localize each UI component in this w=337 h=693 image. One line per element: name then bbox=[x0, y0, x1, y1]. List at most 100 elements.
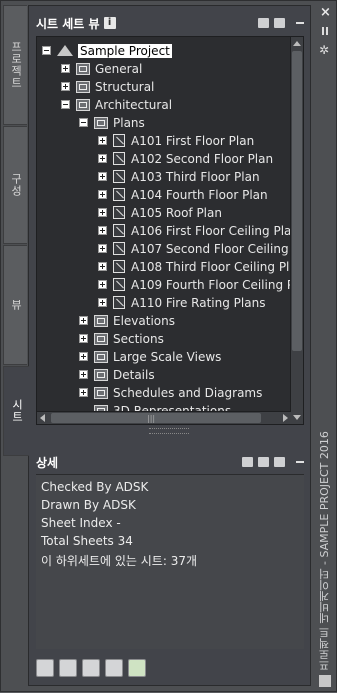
tree-item-label: Details bbox=[113, 367, 155, 382]
h-scroll-thumb[interactable] bbox=[51, 413, 261, 423]
folder-icon[interactable] bbox=[274, 18, 285, 28]
expand-node-icon[interactable] bbox=[98, 280, 107, 289]
tree-row[interactable]: General bbox=[61, 60, 142, 77]
tree-row[interactable]: A103 Third Floor Plan bbox=[98, 168, 260, 185]
expand-node-icon[interactable] bbox=[79, 334, 88, 343]
details-collapse-icon[interactable] bbox=[296, 461, 304, 463]
tree-row[interactable]: Elevations bbox=[79, 312, 175, 329]
collapse-node-icon[interactable] bbox=[61, 100, 70, 109]
refresh-icon[interactable] bbox=[128, 659, 146, 677]
tree-item-label: Elevations bbox=[113, 313, 175, 328]
scroll-down-icon[interactable] bbox=[293, 415, 301, 420]
expand-node-icon[interactable] bbox=[98, 298, 107, 307]
expand-node-icon[interactable] bbox=[79, 316, 88, 325]
tab-sheets-label: 시트 bbox=[10, 399, 24, 423]
panel-splitter[interactable] bbox=[149, 428, 189, 434]
sheet-icon bbox=[113, 296, 125, 309]
properties-icon[interactable]: ✲ bbox=[319, 43, 329, 57]
tab-sheets[interactable]: 시트 bbox=[3, 366, 29, 456]
details-area: Checked By ADSK Drawn By ADSK Sheet Inde… bbox=[36, 474, 304, 649]
subset-icon bbox=[94, 314, 108, 327]
scroll-left-icon[interactable] bbox=[40, 414, 45, 422]
expand-node-icon[interactable] bbox=[98, 208, 107, 217]
grip-icon: ||| bbox=[147, 414, 156, 423]
tree-row[interactable]: A104 Fourth Floor Plan bbox=[98, 186, 268, 203]
tree-row[interactable]: Plans bbox=[79, 114, 145, 131]
scroll-up-icon[interactable] bbox=[293, 41, 301, 46]
sheet-icon bbox=[113, 242, 125, 255]
tree-row[interactable]: A106 First Floor Ceiling Plan bbox=[98, 222, 299, 239]
expand-node-icon[interactable] bbox=[61, 64, 70, 73]
expand-node-icon[interactable] bbox=[98, 262, 107, 271]
expand-node-icon[interactable] bbox=[79, 388, 88, 397]
expand-node-icon[interactable] bbox=[98, 136, 107, 145]
tree-row[interactable]: Schedules and Diagrams bbox=[79, 384, 262, 401]
details-view-icon[interactable] bbox=[242, 457, 253, 467]
tree-item-label: Schedules and Diagrams bbox=[113, 385, 263, 400]
horizontal-scrollbar[interactable]: ||| bbox=[37, 411, 291, 424]
expand-node-icon[interactable] bbox=[79, 370, 88, 379]
tree-row[interactable]: A110 Fire Rating Plans bbox=[98, 294, 265, 311]
tree-row[interactable]: Details bbox=[79, 366, 155, 383]
expand-node-icon[interactable] bbox=[79, 352, 88, 361]
tree-row[interactable]: Large Scale Views bbox=[79, 348, 221, 365]
tab-views[interactable]: 뷰 bbox=[3, 245, 27, 365]
sheet-set-tree[interactable]: Sample Project General Structural Architect… bbox=[36, 36, 304, 425]
collapse-node-icon[interactable] bbox=[42, 46, 51, 55]
sheet-icon bbox=[113, 260, 125, 273]
subset-icon bbox=[94, 350, 108, 363]
palette-menu-icon[interactable] bbox=[319, 675, 331, 687]
auto-hide-icon[interactable] bbox=[322, 27, 328, 35]
collapse-icon[interactable] bbox=[296, 22, 304, 24]
palette-title-bar[interactable]: × ✲ 프로젝트 네비게이터 - SAMPLE PROJECT 2016 bbox=[313, 1, 337, 693]
vertical-scrollbar[interactable] bbox=[290, 37, 303, 424]
scroll-right-icon[interactable] bbox=[283, 414, 288, 422]
expand-node-icon[interactable] bbox=[98, 190, 107, 199]
expand-node-icon[interactable] bbox=[98, 226, 107, 235]
subset-icon bbox=[94, 332, 108, 345]
tree-row[interactable]: A105 Roof Plan bbox=[98, 204, 222, 221]
sheet-icon bbox=[113, 134, 125, 147]
sheet-icon bbox=[113, 170, 125, 183]
info-icon[interactable]: i bbox=[103, 17, 116, 29]
detail-drawn-by: Drawn By ADSK bbox=[41, 498, 136, 512]
expand-node-icon[interactable] bbox=[98, 172, 107, 181]
etransmit-icon[interactable] bbox=[82, 659, 100, 677]
close-icon[interactable]: × bbox=[320, 5, 331, 20]
sheet-set-properties-icon[interactable] bbox=[258, 18, 269, 28]
tree-row[interactable]: Architectural bbox=[61, 96, 172, 113]
tree-row[interactable]: A107 Second Floor Ceiling bbox=[98, 240, 289, 257]
sheet-set-view-title: 시트 세트 뷰 bbox=[36, 16, 100, 31]
sheets-panel: 시트 세트 뷰 i Sample Project General Structura… bbox=[28, 5, 311, 686]
tree-row[interactable]: A108 Third Floor Ceiling Pla bbox=[98, 258, 297, 275]
sheet-icon bbox=[113, 224, 125, 237]
preview-icon[interactable] bbox=[258, 457, 269, 467]
sheet-index-icon[interactable] bbox=[105, 659, 123, 677]
tree-row[interactable]: Structural bbox=[61, 78, 154, 95]
tree-row[interactable]: A102 Second Floor Plan bbox=[98, 150, 273, 167]
publish-icon[interactable] bbox=[36, 659, 54, 677]
tree-item-label: Sections bbox=[113, 331, 164, 346]
tree-item-label: A110 Fire Rating Plans bbox=[131, 295, 266, 310]
tree-item-label: General bbox=[95, 61, 143, 76]
expand-node-icon[interactable] bbox=[98, 154, 107, 163]
expand-node-icon[interactable] bbox=[98, 244, 107, 253]
sheet-set-view-header: 시트 세트 뷰 i bbox=[36, 14, 304, 32]
tab-project[interactable]: 프로젝트 bbox=[3, 5, 27, 125]
refresh-preview-icon[interactable] bbox=[274, 457, 285, 467]
tree-row[interactable]: Sample Project bbox=[42, 42, 172, 59]
scroll-thumb[interactable] bbox=[292, 51, 302, 351]
tree-row[interactable]: Sections bbox=[79, 330, 164, 347]
tab-constructs[interactable]: 구성 bbox=[3, 126, 27, 244]
tree-item-label: A104 Fourth Floor Plan bbox=[131, 187, 268, 202]
tree-row[interactable]: A109 Fourth Floor Ceiling P bbox=[98, 276, 294, 293]
tab-project-label: 프로젝트 bbox=[9, 41, 23, 89]
tree-row[interactable]: A101 First Floor Plan bbox=[98, 132, 254, 149]
tab-views-label: 뷰 bbox=[9, 299, 23, 311]
sheet-list-table-icon[interactable] bbox=[59, 659, 77, 677]
expand-node-icon[interactable] bbox=[61, 82, 70, 91]
subset-icon bbox=[76, 98, 90, 111]
collapse-node-icon[interactable] bbox=[79, 118, 88, 127]
tree-item-label: Architectural bbox=[95, 97, 173, 112]
details-title: 상세 bbox=[36, 455, 59, 470]
